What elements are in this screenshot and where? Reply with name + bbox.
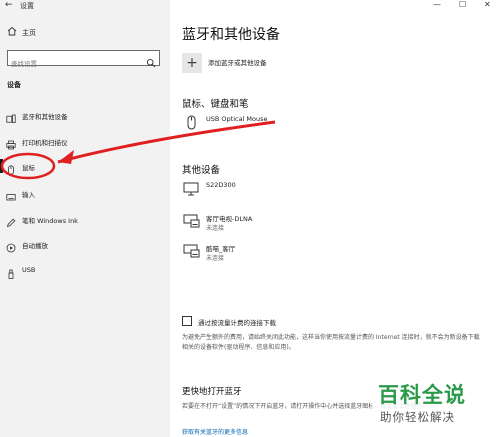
section-heading-mouse-keyboard-pen: 鼠标、键盘和笔 [182,99,249,110]
window-title: 设置 [20,2,34,10]
monitor-icon [182,180,202,200]
main-pane: 蓝牙和其他设备 + 添加蓝牙或其他设备 鼠标、键盘和笔 USB Optical … [170,0,500,437]
device-item-monitor[interactable]: S22D300 [182,180,482,208]
home-nav[interactable]: 主页 [0,26,170,40]
device-name: USB Optical Mouse [206,115,268,123]
watermark-sub-text: 助你轻松解决 [380,410,455,424]
sidebar-item-label: 自动播放 [22,242,48,250]
add-device-button[interactable]: + [182,53,202,73]
sidebar-item-label: 打印机和扫描仪 [22,139,68,147]
page-title: 蓝牙和其他设备 [182,27,280,43]
metered-download-label[interactable]: 通过按流量计费的连接下载 [198,317,276,327]
watermark-main-text: 百科全说 [378,383,466,407]
keyboard-icon [6,187,16,201]
media-device-icon [182,242,202,262]
back-arrow-icon[interactable]: ← [5,0,13,10]
mouse-device-icon [182,114,202,134]
bluetooth-info-link[interactable]: 获取有关蓝牙的更多信息 [182,427,248,436]
sidebar-item-label: USB [22,266,36,274]
device-item-dlna-tv[interactable]: 客厅电视-DLNA 未连接 [182,212,482,240]
sidebar-item-label: 蓝牙和其他设备 [22,113,68,121]
sidebar-item-printers[interactable]: 打印机和扫描仪 [0,133,170,150]
home-icon [7,26,17,38]
search-input[interactable] [8,57,142,71]
sidebar-item-input[interactable]: 输入 [0,185,170,201]
printer-icon [6,135,16,150]
device-name: 客厅电视-DLNA [206,215,253,223]
metered-download-description: 为避免产生额外的费用，请始终关闭此功能，这样当你使用按流量计费的 Interne… [182,334,480,351]
section-heading-other-devices: 其他设备 [182,165,221,176]
search-icon[interactable] [146,53,156,68]
search-box[interactable] [7,50,160,71]
watermark-logo: 百科全说 助你轻松解决 [372,375,500,437]
device-status: 未连接 [206,255,225,262]
home-label: 主页 [22,29,36,37]
mouse-icon [6,160,16,175]
device-name: S22D300 [206,181,236,189]
sidebar-item-label: 输入 [22,191,35,199]
pen-icon [6,213,16,228]
media-device-icon [182,212,202,232]
sidebar-item-label: 笔和 Windows Ink [22,217,78,225]
device-item-kumiao[interactable]: 酷喵_客厅 未连接 [182,242,482,270]
autoplay-icon [6,238,16,253]
section-heading-faster-bluetooth: 更快地打开蓝牙 [182,387,242,397]
metered-download-checkbox[interactable] [182,316,192,326]
device-item-mouse[interactable]: USB Optical Mouse [182,114,482,142]
device-status: 未连接 [206,225,225,232]
bluetooth-devices-icon [6,109,16,123]
sidebar-item-mouse[interactable]: 鼠标 [0,158,170,175]
sidebar-item-pen[interactable]: 笔和 Windows Ink [0,211,170,228]
selected-marker [0,159,3,173]
device-name: 酷喵_客厅 [206,245,236,253]
sidebar-item-bluetooth[interactable]: 蓝牙和其他设备 [0,107,170,123]
sidebar-item-autoplay[interactable]: 自动播放 [0,236,170,253]
add-device-label[interactable]: 添加蓝牙或其他设备 [208,57,267,67]
sidebar-item-usb[interactable]: USB [0,262,170,279]
section-label-devices: 设备 [7,81,21,89]
plus-icon: + [186,55,198,71]
sidebar-item-label: 鼠标 [22,164,35,172]
usb-icon [6,264,16,279]
title-bar: ← 设置 [0,0,170,14]
sidebar: ← 设置 主页 设备 蓝牙和其他设备 打印机和扫描仪 鼠标 [0,0,170,437]
